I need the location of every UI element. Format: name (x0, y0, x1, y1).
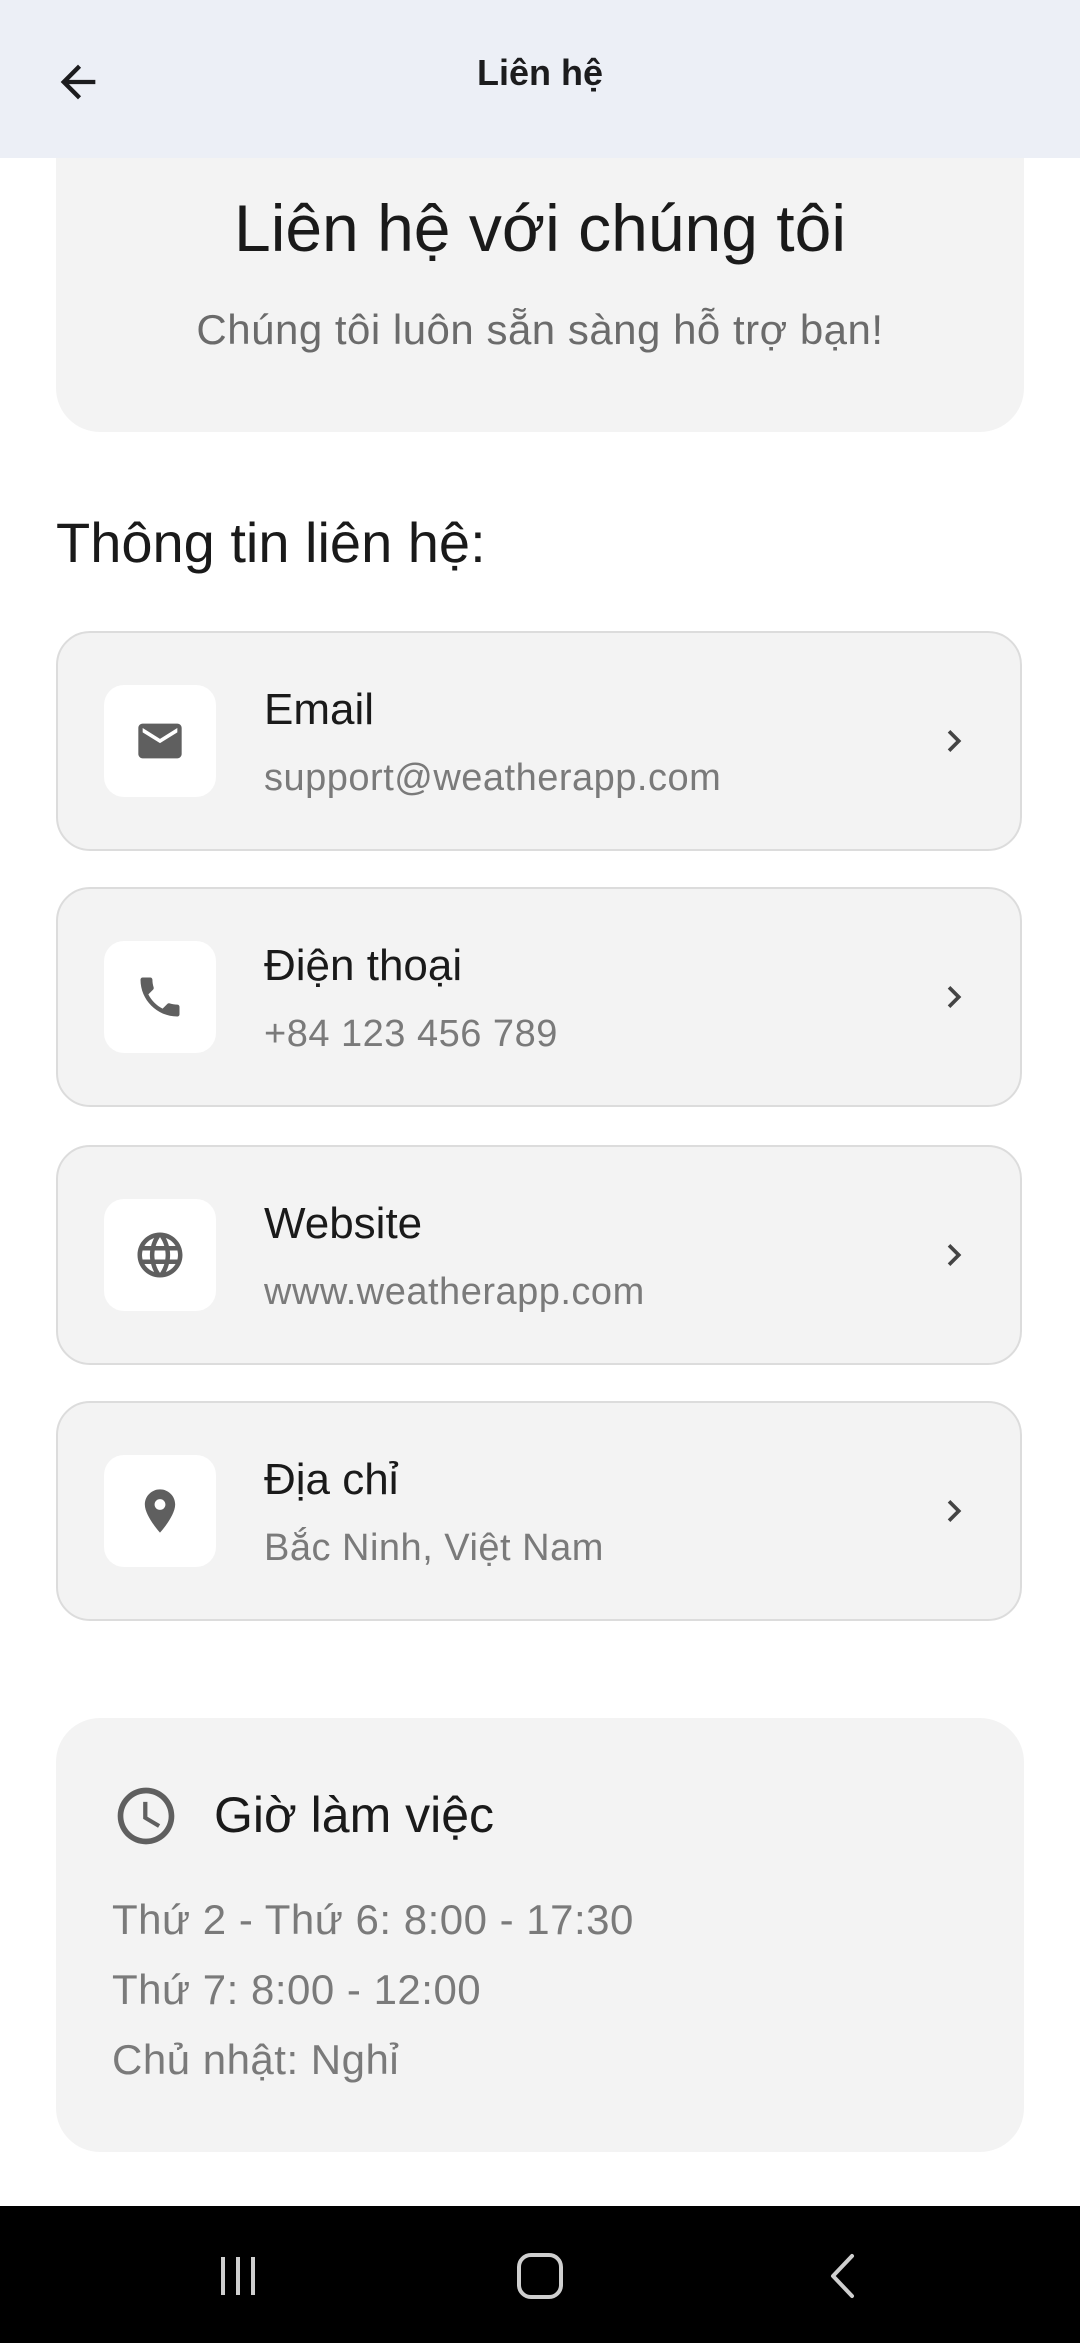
hero-card: Liên hệ với chúng tôi Chúng tôi luôn sẵn… (56, 120, 1024, 432)
icon-box (104, 1199, 216, 1311)
chevron-right-icon (932, 1225, 976, 1285)
hero-title: Liên hệ với chúng tôi (233, 191, 846, 265)
hours-line: Chủ nhật: Nghỉ (112, 2036, 400, 2083)
mail-icon (138, 723, 182, 759)
hero-subtitle: Chúng tôi luôn sẵn sàng hỗ trợ bạn! (196, 306, 884, 353)
back-chevron-icon (831, 2254, 854, 2298)
contact-label: Địa chỉ (264, 1455, 399, 1504)
contact-label: Email (264, 685, 375, 734)
contact-card-website[interactable]: Website www.weatherapp.com (56, 1145, 1022, 1365)
page-title: Liên hệ (476, 52, 604, 93)
chevron-right-icon (932, 1481, 976, 1541)
contact-value: support@weatherapp.com (264, 757, 722, 799)
contact-value: +84 123 456 789 (264, 1013, 558, 1055)
contact-card-email[interactable]: Email support@weatherapp.com (56, 631, 1022, 851)
icon-box (104, 685, 216, 797)
contact-label: Điện thoại (264, 941, 463, 990)
chevron-right-icon (932, 711, 976, 771)
home-button[interactable] (490, 2236, 590, 2316)
location-pin-icon (144, 1489, 176, 1533)
working-hours-title: Giờ làm việc (214, 1787, 495, 1843)
hours-line: Thứ 7: 8:00 - 12:00 (112, 1966, 482, 2013)
section-title: Thông tin liên hệ: (56, 511, 486, 574)
recents-icon (221, 2257, 255, 2295)
hours-line: Thứ 2 - Thứ 6: 8:00 - 17:30 (112, 1896, 634, 1943)
clock-icon (117, 1787, 175, 1845)
app-bar: Liên hệ (0, 0, 1080, 158)
home-icon (517, 2253, 563, 2299)
contact-value: www.weatherapp.com (264, 1271, 645, 1313)
contact-card-address[interactable]: Địa chỉ Bắc Ninh, Việt Nam (56, 1401, 1022, 1621)
working-hours-card: Giờ làm việc Thứ 2 - Thứ 6: 8:00 - 17:30… (56, 1718, 1024, 2152)
chevron-right-icon (932, 967, 976, 1027)
recents-button[interactable] (188, 2236, 288, 2316)
system-back-button[interactable] (794, 2236, 894, 2316)
globe-icon (137, 1232, 183, 1278)
contact-label: Website (264, 1199, 423, 1248)
icon-box (104, 1455, 216, 1567)
phone-icon (140, 977, 180, 1017)
icon-box (104, 941, 216, 1053)
system-nav-bar (0, 2206, 1080, 2343)
contact-value: Bắc Ninh, Việt Nam (264, 1527, 604, 1569)
contact-card-phone[interactable]: Điện thoại +84 123 456 789 (56, 887, 1022, 1107)
